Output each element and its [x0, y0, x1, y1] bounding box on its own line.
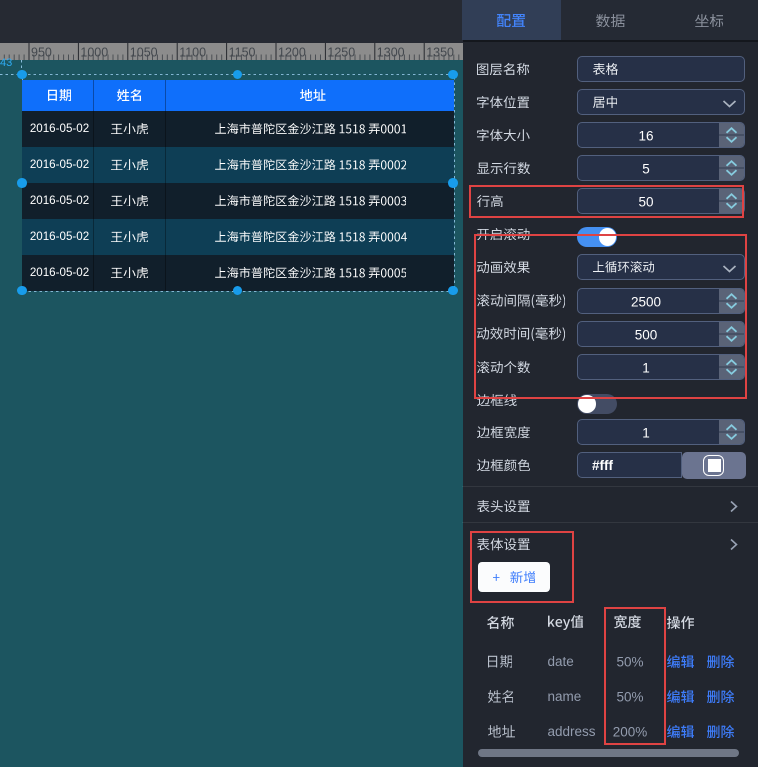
svg-text:1100: 1100 — [179, 46, 206, 60]
svg-text:1250: 1250 — [327, 46, 355, 60]
svg-text:950: 950 — [31, 46, 52, 60]
svg-text:1200: 1200 — [278, 46, 306, 60]
svg-text:1350: 1350 — [426, 46, 454, 60]
svg-text:1050: 1050 — [130, 46, 158, 60]
svg-text:1300: 1300 — [377, 46, 405, 60]
svg-text:1000: 1000 — [80, 46, 108, 60]
svg-text:1150: 1150 — [229, 46, 256, 60]
